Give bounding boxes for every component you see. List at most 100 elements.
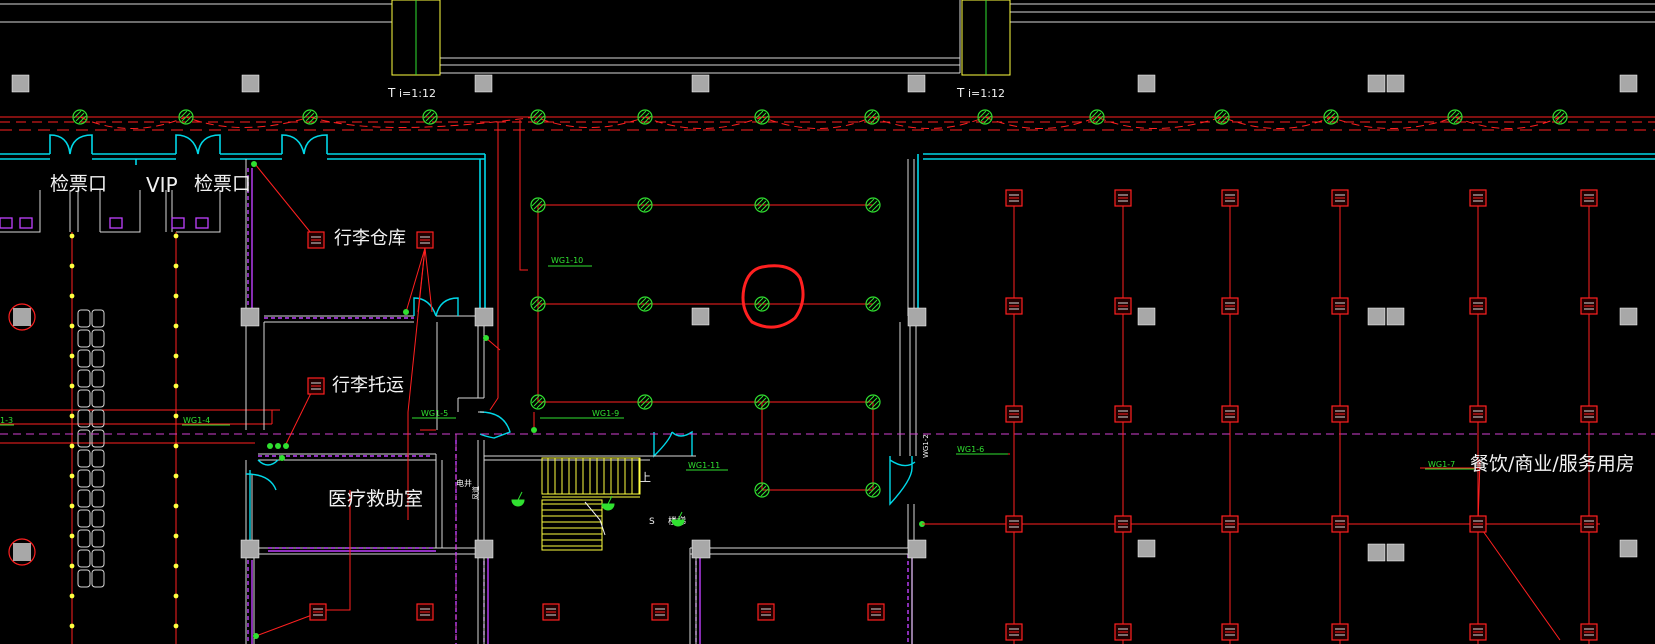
- wiring-node-dot: [173, 413, 179, 419]
- light-fixture-icon: [72, 109, 88, 125]
- light-fixture-icon: [754, 296, 770, 312]
- slope-marker-t2: T: [956, 86, 965, 100]
- panel-box-icon: [867, 603, 885, 621]
- wiring-node-dot: [69, 623, 75, 629]
- wiring-node-dot: [173, 233, 179, 239]
- panel-box-icon: [1469, 623, 1487, 641]
- panel-box-icon: [1580, 189, 1598, 207]
- panel-box-icon: [1331, 405, 1349, 423]
- stair-prefix-label: S: [649, 517, 655, 527]
- wiring-node-dot: [173, 443, 179, 449]
- light-fixture-icon: [530, 394, 546, 410]
- wiring-node-dot: [173, 353, 179, 359]
- panel-box-icon: [1469, 189, 1487, 207]
- riser-label: 风道: [471, 486, 480, 500]
- panel-box-icon: [1331, 297, 1349, 315]
- circuit-label-wg1-4: WG1-4: [183, 416, 210, 425]
- light-fixture-icon: [637, 394, 653, 410]
- stair-up-label: 上: [640, 471, 651, 484]
- panel-box-icon: [1469, 405, 1487, 423]
- light-fixture-icon: [178, 109, 194, 125]
- room-label-vip-ticket-gate: 检票口: [194, 173, 251, 195]
- light-fixture-icon: [422, 109, 438, 125]
- panel-box-icon: [1580, 623, 1598, 641]
- wiring-node-dot: [69, 593, 75, 599]
- light-fixture-icon: [865, 394, 881, 410]
- panel-box-icon: [307, 231, 325, 249]
- wiring-node-dot: [69, 323, 75, 329]
- wiring-node-dot: [69, 503, 75, 509]
- circuit-label-wg1-9: WG1-9: [592, 409, 619, 418]
- room-label-catering: 餐饮/商业/服务用房: [1470, 453, 1635, 475]
- panel-box-icon: [416, 603, 434, 621]
- panel-box-icon: [1005, 515, 1023, 533]
- panel-box-icon: [1114, 515, 1132, 533]
- wiring-node-dot: [69, 563, 75, 569]
- light-fixture-icon: [530, 109, 546, 125]
- light-fixture-icon: [637, 296, 653, 312]
- panel-box-icon: [1469, 297, 1487, 315]
- wiring-node-dot: [173, 293, 179, 299]
- circuit-label-wg1-3: 1-3: [0, 416, 13, 425]
- panel-box-icon: [1005, 405, 1023, 423]
- wiring-node-dot: [69, 233, 75, 239]
- panel-box-icon: [1331, 515, 1349, 533]
- panel-box-icon: [1221, 405, 1239, 423]
- light-fixture-icon: [754, 394, 770, 410]
- panel-box-icon: [1331, 623, 1349, 641]
- panel-box-icon: [1469, 515, 1487, 533]
- light-fixture-icon: [977, 109, 993, 125]
- light-fixture-icon: [530, 296, 546, 312]
- light-fixture-icon: [1089, 109, 1105, 125]
- light-fixture-icon: [637, 109, 653, 125]
- slope-marker-t1: T: [387, 86, 396, 100]
- wiring-node-dot: [69, 293, 75, 299]
- light-fixture-icon: [1552, 109, 1568, 125]
- wiring-node-dot: [173, 623, 179, 629]
- panel-box-icon: [309, 603, 327, 621]
- wiring-node-dot: [173, 323, 179, 329]
- circuit-label-wg1-10: WG1-10: [551, 256, 583, 265]
- light-fixture-icon: [637, 197, 653, 213]
- electric-shaft-label: 电井: [456, 478, 472, 488]
- light-fixture-icon: [1447, 109, 1463, 125]
- light-fixture-icon: [1214, 109, 1230, 125]
- room-label-ticket-gate: 检票口: [50, 173, 107, 195]
- circuit-label-wg1-11: WG1-11: [688, 461, 720, 470]
- light-fixture-icon: [302, 109, 318, 125]
- wiring-node-dot: [69, 263, 75, 269]
- panel-box-icon: [1580, 405, 1598, 423]
- panel-box-icon: [1114, 297, 1132, 315]
- light-fixture-icon: [864, 109, 880, 125]
- panel-box-icon: [757, 603, 775, 621]
- panel-box-icon: [1114, 623, 1132, 641]
- light-fixture-icon: [865, 197, 881, 213]
- panel-box-icon: [1005, 297, 1023, 315]
- panel-box-icon: [1221, 297, 1239, 315]
- wiring-node-dot: [173, 383, 179, 389]
- vertical-code-label: WG1-2: [922, 434, 930, 458]
- slope-label-1: i=1:12: [399, 87, 436, 100]
- wiring-node-dot: [69, 383, 75, 389]
- circuit-label-wg1-7: WG1-7: [1428, 460, 1455, 469]
- light-fixture-icon: [754, 197, 770, 213]
- circuit-label-wg1-6: WG1-6: [957, 445, 984, 454]
- panel-box-icon: [1114, 405, 1132, 423]
- room-label-vip: VIP: [146, 173, 178, 197]
- room-label-luggage-checkin: 行李托运: [332, 375, 404, 396]
- panel-box-icon: [1114, 189, 1132, 207]
- wiring-node-dot: [173, 593, 179, 599]
- wiring-node-dot: [69, 413, 75, 419]
- wiring-node-dot: [69, 533, 75, 539]
- panel-box-icon: [1221, 623, 1239, 641]
- wiring-node-dot: [69, 353, 75, 359]
- panel-box-icon: [651, 603, 669, 621]
- room-label-medical: 医疗救助室: [328, 488, 423, 510]
- cad-floor-plan: T i=1:12 T i=1:12 上 S 电井 风道 WG1-2 1-3 WG…: [0, 0, 1655, 644]
- slope-label-2: i=1:12: [968, 87, 1005, 100]
- light-fixture-icon: [865, 482, 881, 498]
- panel-box-icon: [1221, 189, 1239, 207]
- wiring-node-dot: [173, 503, 179, 509]
- wiring-node-dot: [173, 263, 179, 269]
- light-fixture-icon: [865, 296, 881, 312]
